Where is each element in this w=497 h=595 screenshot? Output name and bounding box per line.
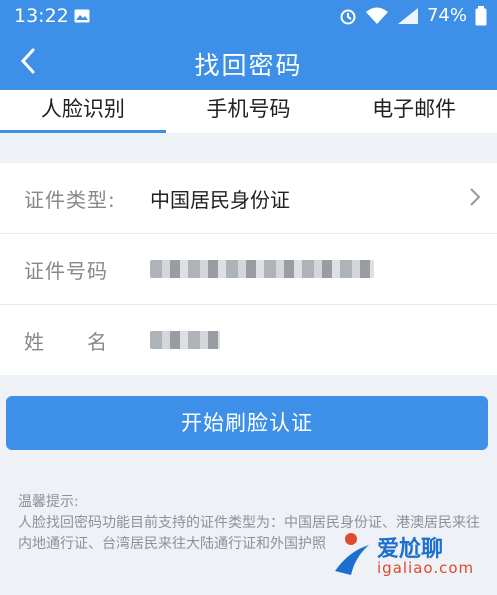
- tab-email[interactable]: 电子邮件: [331, 90, 497, 133]
- battery-icon: [475, 5, 487, 25]
- image-icon: [74, 9, 90, 23]
- watermark-logo-icon: [335, 533, 369, 575]
- tab-phone-number[interactable]: 手机号码: [166, 90, 332, 133]
- name-row[interactable]: 姓 名: [0, 305, 497, 375]
- app-bar: 找回密码: [0, 34, 497, 90]
- status-bar: 13:22 74%: [0, 0, 497, 34]
- status-time: 13:22: [14, 5, 69, 27]
- id-type-label: 证件类型:: [24, 188, 116, 212]
- wifi-icon: [365, 7, 388, 24]
- tab-bar: 人脸识别 手机号码 电子邮件: [0, 90, 497, 133]
- start-face-auth-button[interactable]: 开始刷脸认证: [6, 396, 488, 450]
- signal-icon: [397, 7, 418, 24]
- alarm-icon: [340, 9, 356, 24]
- chevron-right-icon: [470, 188, 481, 206]
- id-number-value-blurred: [150, 260, 374, 278]
- identity-form: 证件类型: 中国居民身份证 证件号码 姓 名: [0, 163, 497, 375]
- id-number-label: 证件号码: [24, 259, 108, 283]
- id-type-value: 中国居民身份证: [150, 188, 290, 212]
- page-title: 找回密码: [194, 51, 303, 80]
- id-number-row[interactable]: 证件号码: [0, 234, 497, 305]
- tab-face-recognition[interactable]: 人脸识别: [0, 90, 166, 133]
- status-icons: 74%: [339, 5, 487, 26]
- watermark-domain: igaliao.com: [377, 559, 475, 577]
- tips-title: 温馨提示:: [18, 494, 79, 510]
- id-type-row[interactable]: 证件类型: 中国居民身份证: [0, 163, 497, 234]
- name-label: 姓 名: [24, 330, 108, 354]
- name-value-blurred: [150, 331, 220, 349]
- battery-percent: 74%: [426, 5, 467, 26]
- watermark: 爱尬聊 igaliao.com: [329, 525, 489, 585]
